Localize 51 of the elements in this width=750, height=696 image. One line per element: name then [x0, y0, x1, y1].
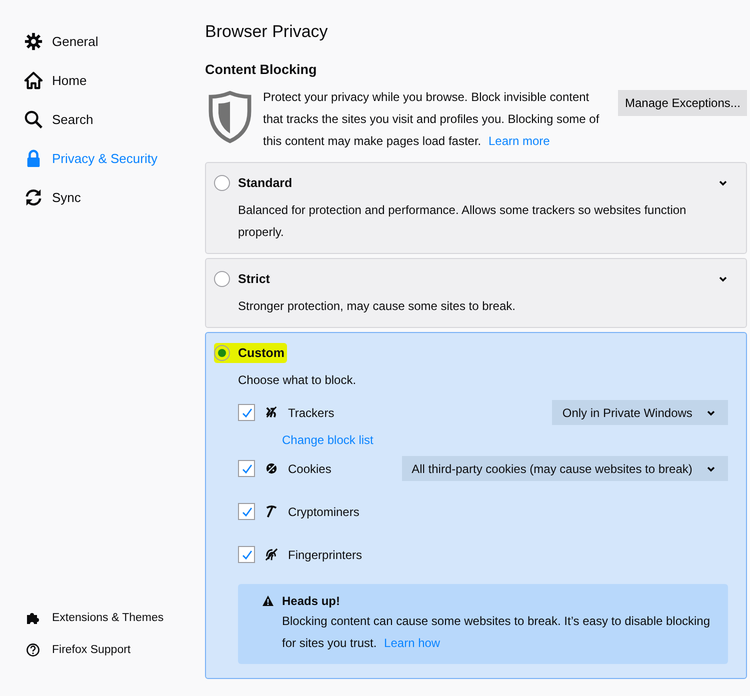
tracker-icon [265, 406, 278, 419]
option-label: Custom [238, 346, 285, 360]
option-card[interactable]: Strict Stronger protection, may cause some sites to break. [205, 258, 748, 328]
home-icon [24, 71, 43, 90]
check-icon [240, 462, 252, 474]
checkbox[interactable] [238, 546, 255, 563]
warning-text: Blocking content can cause some websites to break. It’s easy to disable blocking for sites you trust. Learn how [282, 613, 712, 652]
help-icon [26, 643, 40, 657]
sidebar-link[interactable]: Extensions & Themes [24, 602, 190, 634]
page-title: Browser Privacy [205, 22, 329, 42]
description-text: Protect your privacy while you browse. Block invisible content that tracks the sites you visit and profiles you. Blocking some of this content may make pages load faster. Learn more [263, 89, 600, 150]
radio-button[interactable] [214, 345, 230, 361]
manage-exceptions-button[interactable]: Manage Exceptions... [618, 90, 748, 116]
cookie-icon [265, 462, 278, 475]
sidebar-item[interactable]: Sync [24, 178, 190, 217]
option-description: Balanced for protection and performance. Allows some trackers so websites function properly. [238, 202, 688, 241]
category-label: Cookies [288, 462, 332, 476]
checkbox[interactable] [238, 503, 255, 520]
chevron-icon[interactable] [718, 178, 728, 188]
sidebar-item[interactable]: Home [24, 61, 190, 100]
checkbox[interactable] [238, 460, 255, 477]
check-icon [240, 506, 252, 518]
option-label: Standard [238, 176, 292, 190]
check-icon [240, 548, 252, 560]
shield-icon [207, 90, 253, 144]
pickaxe-icon [265, 505, 278, 518]
sidebar-item[interactable]: General [24, 22, 190, 61]
warning-title: Heads up! [282, 594, 340, 608]
sync-icon [24, 188, 43, 207]
dropdown[interactable]: Only in Private Windows [552, 400, 728, 425]
category-label: Trackers [288, 406, 334, 420]
warning-icon [262, 595, 274, 607]
sidebar-link[interactable]: Firefox Support [24, 634, 190, 666]
sidebar-item[interactable]: Search [24, 100, 190, 139]
section-heading: Content Blocking [205, 62, 318, 77]
check-icon [240, 406, 252, 418]
radio-button[interactable] [214, 271, 230, 287]
radio-button[interactable] [214, 175, 230, 191]
checkbox[interactable] [238, 404, 255, 421]
dropdown[interactable]: All third-party cookies (may cause websites to break) [402, 456, 728, 481]
puzzle-icon [26, 611, 40, 625]
option-card[interactable]: Standard Balanced for protection and performance. Allows some trackers so websites function properly. [205, 162, 748, 254]
fingerprint-icon [265, 548, 278, 561]
option-card[interactable] [205, 332, 748, 679]
option-description: Stronger protection, may cause some sites to break. [238, 298, 516, 315]
category-label: Fingerprinters [288, 548, 362, 562]
category-label: Cryptominers [288, 504, 360, 518]
option-description: Choose what to block. [238, 372, 358, 389]
search-icon [24, 110, 43, 129]
chevron-icon[interactable] [718, 274, 728, 284]
option-label: Strict [238, 272, 270, 286]
